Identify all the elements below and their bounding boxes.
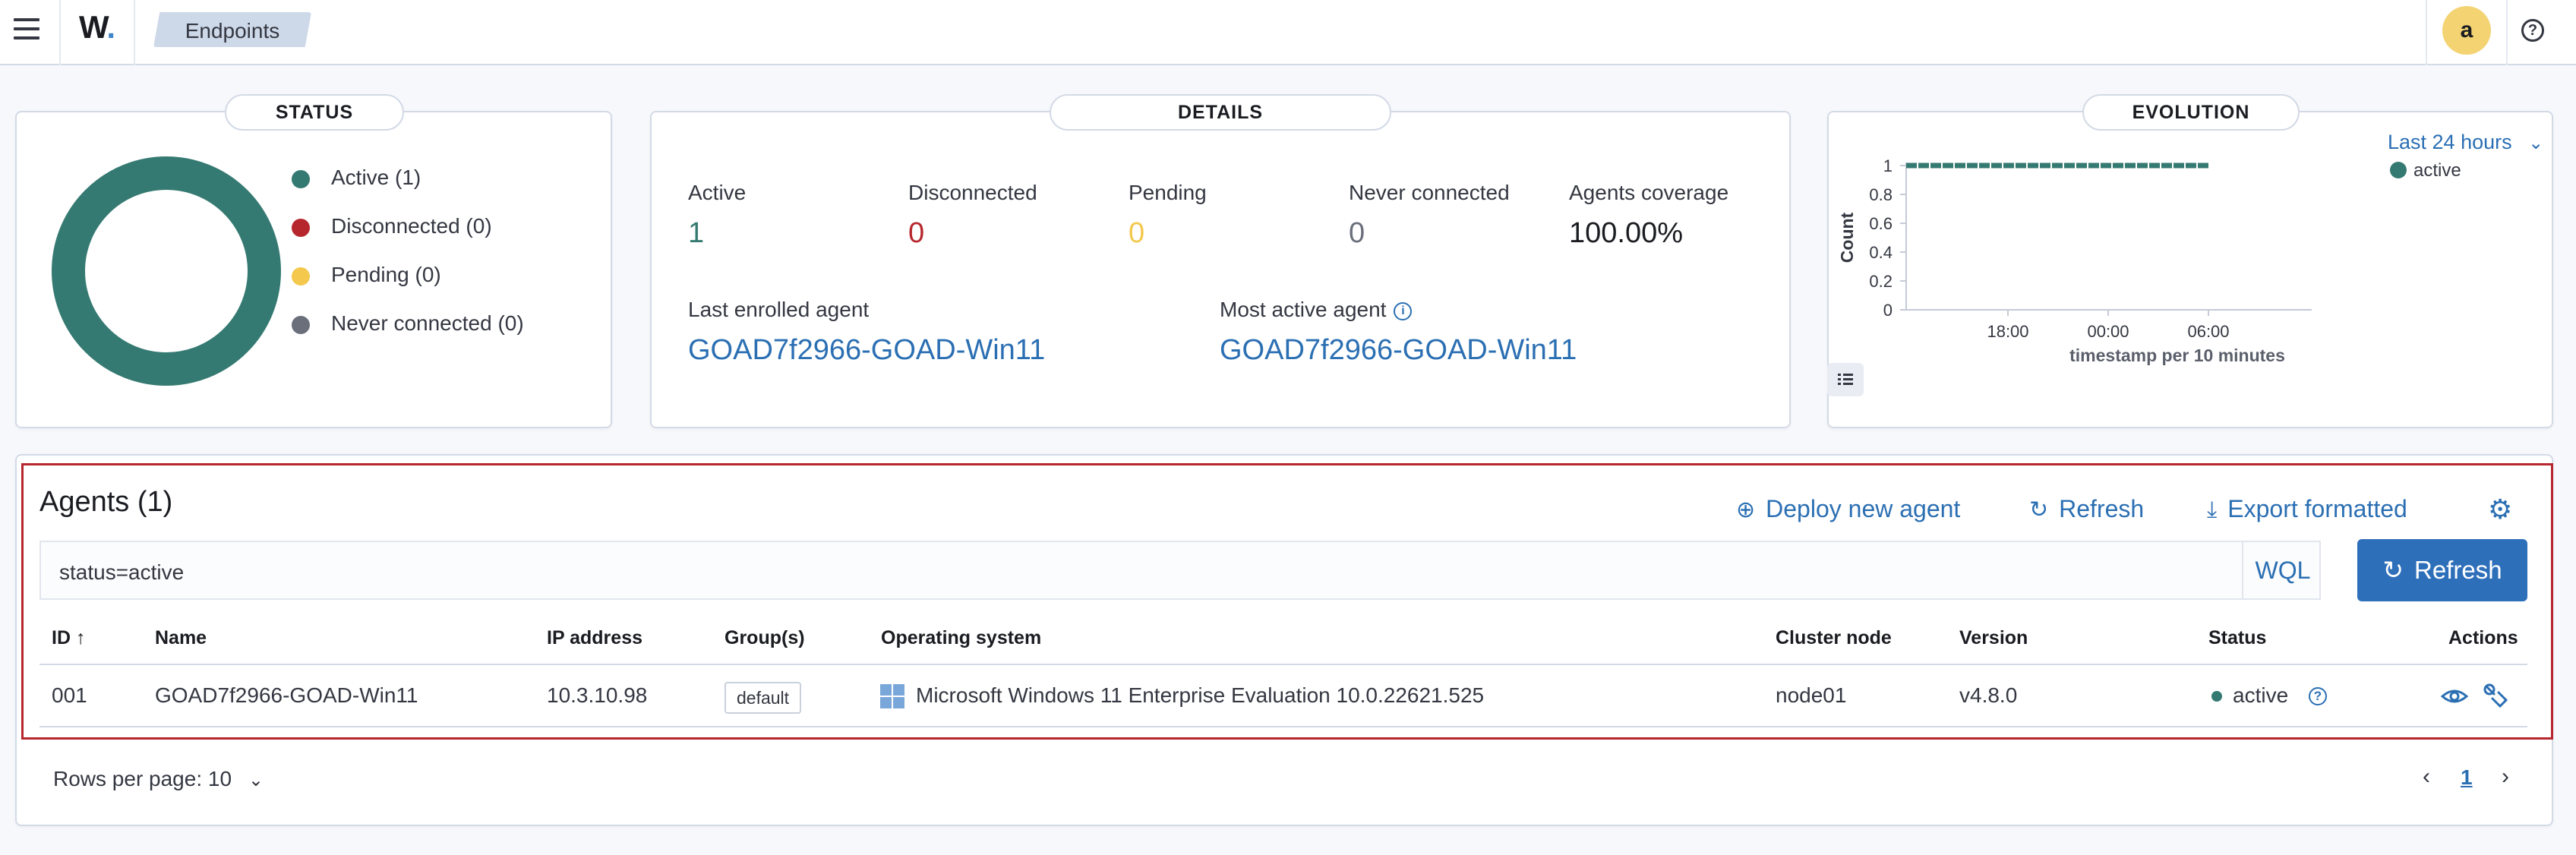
stat-active-label: Active bbox=[688, 181, 747, 204]
legend-dot bbox=[292, 267, 310, 286]
time-range-label: Last 24 hours bbox=[2388, 131, 2512, 153]
time-range-picker[interactable]: Last 24 hours ⌄ bbox=[2388, 131, 2543, 154]
legend-label: Active (1) bbox=[331, 166, 421, 189]
stat-active-value[interactable]: 1 bbox=[688, 217, 704, 250]
stat-coverage-value: 100.00% bbox=[1569, 217, 1684, 249]
legend-label: Never connected (0) bbox=[331, 311, 524, 335]
plus-circle-icon: ⊕ bbox=[1736, 497, 1756, 522]
table-divider bbox=[39, 726, 2527, 727]
deploy-label: Deploy new agent bbox=[1766, 495, 1961, 522]
help-icon[interactable]: ? bbox=[2521, 19, 2544, 42]
legend-dot bbox=[292, 170, 310, 188]
most-active-label-text: Most active agent bbox=[1220, 298, 1387, 321]
export-formatted-button[interactable]: ⤓ Export formatted bbox=[2207, 495, 2407, 523]
cell-os: Microsoft Windows 11 Enterprise Evaluati… bbox=[916, 683, 1485, 707]
top-header: W. Endpoints a ? bbox=[0, 0, 2576, 65]
legend-dot bbox=[292, 219, 310, 237]
column-name[interactable]: Name bbox=[155, 627, 207, 649]
status-title: STATUS bbox=[225, 94, 404, 131]
legend-label: Pending (0) bbox=[331, 263, 441, 286]
search-value: status=active bbox=[59, 560, 185, 584]
breadcrumb-label: Endpoints bbox=[185, 19, 280, 43]
refresh-button[interactable]: ↻ Refresh bbox=[2357, 539, 2527, 601]
column-id[interactable]: ID ↑ bbox=[52, 627, 85, 649]
stat-disconnected-label: Disconnected bbox=[908, 181, 1037, 204]
last-enrolled-label: Last enrolled agent bbox=[688, 298, 870, 321]
header-divider bbox=[2506, 0, 2508, 65]
status-dot bbox=[2211, 691, 2222, 702]
most-active-link[interactable]: GOAD7f2966-GOAD-Win11 bbox=[1220, 334, 1577, 367]
details-title: DETAILS bbox=[1050, 94, 1391, 131]
refresh-icon: ↻ bbox=[2382, 556, 2404, 584]
agents-title: Agents (1) bbox=[39, 486, 173, 518]
stat-disconnected-value[interactable]: 0 bbox=[908, 217, 924, 250]
stat-pending-value[interactable]: 0 bbox=[1129, 217, 1144, 250]
info-icon[interactable]: i bbox=[1394, 302, 1413, 320]
wrench-icon[interactable] bbox=[2482, 682, 2509, 709]
header-divider bbox=[59, 0, 61, 65]
deploy-new-agent-button[interactable]: ⊕ Deploy new agent bbox=[1736, 495, 1960, 523]
table-divider bbox=[39, 664, 2527, 665]
legend-disconnected[interactable]: Disconnected (0) bbox=[292, 214, 492, 238]
status-donut-chart bbox=[52, 156, 281, 386]
chevron-down-icon: ⌄ bbox=[2528, 133, 2544, 153]
refresh-button-label: Refresh bbox=[2414, 556, 2502, 584]
refresh-label: Refresh bbox=[2059, 495, 2145, 522]
refresh-icon: ↻ bbox=[2029, 497, 2049, 522]
cell-status: active bbox=[2233, 683, 2289, 707]
breadcrumb-endpoints[interactable]: Endpoints bbox=[153, 12, 311, 47]
rows-per-page-label: Rows per page: 10 bbox=[53, 767, 232, 790]
evolution-title: EVOLUTION bbox=[2082, 94, 2300, 131]
list-icon bbox=[1838, 374, 1853, 385]
cell-cluster-node: node01 bbox=[1776, 683, 1847, 707]
status-help-icon[interactable]: ? bbox=[2309, 687, 2327, 705]
export-icon: ⤓ bbox=[2207, 497, 2218, 522]
column-status[interactable]: Status bbox=[2208, 627, 2266, 649]
most-active-label: Most active agent i bbox=[1220, 298, 1413, 322]
gear-icon[interactable]: ⚙ bbox=[2488, 494, 2512, 525]
legend-active[interactable]: Active (1) bbox=[292, 166, 421, 190]
menu-icon[interactable] bbox=[14, 18, 39, 41]
column-cluster-node[interactable]: Cluster node bbox=[1776, 627, 1892, 649]
last-enrolled-link[interactable]: GOAD7f2966-GOAD-Win11 bbox=[688, 334, 1045, 367]
legend-dot bbox=[292, 316, 310, 334]
export-label: Export formatted bbox=[2227, 495, 2407, 522]
cell-id: 001 bbox=[52, 683, 87, 707]
avatar[interactable]: a bbox=[2442, 6, 2491, 55]
cell-name: GOAD7f2966-GOAD-Win11 bbox=[155, 683, 418, 707]
next-page-button[interactable]: › bbox=[2502, 764, 2509, 790]
group-badge[interactable]: default bbox=[724, 682, 802, 714]
app-logo[interactable]: W. bbox=[79, 9, 115, 46]
stat-coverage-label: Agents coverage bbox=[1569, 181, 1729, 204]
cell-version: v4.8.0 bbox=[1959, 683, 2018, 707]
cell-ip: 10.3.10.98 bbox=[547, 683, 648, 707]
refresh-link-button[interactable]: ↻ Refresh bbox=[2029, 495, 2144, 523]
prev-page-button[interactable]: ‹ bbox=[2423, 764, 2430, 790]
chevron-down-icon: ⌄ bbox=[248, 770, 264, 790]
status-panel: STATUS Active (1) Disconnected (0) Pendi… bbox=[15, 94, 612, 428]
stat-never-connected-label: Never connected bbox=[1349, 181, 1510, 204]
details-panel: DETAILS Active 1 Disconnected 0 Pending … bbox=[650, 94, 1791, 428]
legend-toggle-button[interactable] bbox=[1827, 363, 1864, 396]
legend-never-connected[interactable]: Never connected (0) bbox=[292, 311, 524, 336]
column-actions: Actions bbox=[2448, 627, 2518, 648]
legend-pending[interactable]: Pending (0) bbox=[292, 263, 441, 287]
eye-icon[interactable] bbox=[2441, 685, 2468, 708]
windows-icon bbox=[880, 684, 904, 708]
column-ip[interactable]: IP address bbox=[547, 627, 642, 649]
column-os[interactable]: Operating system bbox=[881, 627, 1041, 649]
header-divider bbox=[2426, 0, 2427, 65]
legend-label: Disconnected (0) bbox=[331, 214, 492, 238]
rows-per-page-select[interactable]: Rows per page: 10 ⌄ bbox=[53, 767, 264, 791]
stat-pending-label: Pending bbox=[1129, 181, 1207, 204]
page-1-button[interactable]: 1 bbox=[2461, 765, 2473, 790]
search-input[interactable]: status=active bbox=[39, 541, 2321, 600]
column-version[interactable]: Version bbox=[1959, 627, 2028, 649]
evolution-panel: EVOLUTION bbox=[1827, 94, 2553, 428]
header-divider bbox=[134, 0, 135, 65]
column-groups[interactable]: Group(s) bbox=[724, 627, 805, 649]
wql-toggle[interactable]: WQL bbox=[2242, 541, 2322, 600]
stat-never-connected-value[interactable]: 0 bbox=[1349, 217, 1365, 250]
